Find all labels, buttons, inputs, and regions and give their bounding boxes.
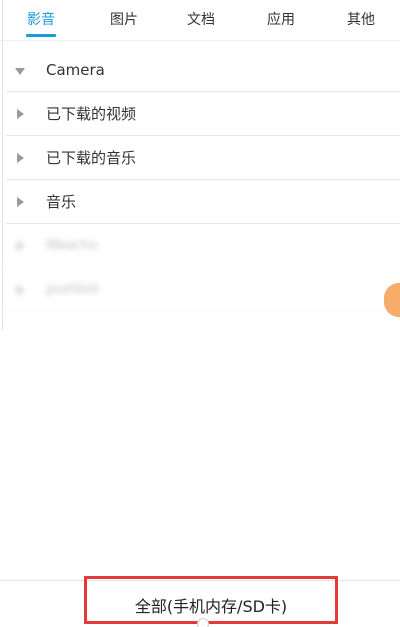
caret-right-icon xyxy=(17,153,24,163)
folder-row-blurred-1[interactable]: Weacho xyxy=(0,224,400,268)
highlight-annotation-box xyxy=(84,576,338,624)
tab-documents[interactable]: 文档 xyxy=(187,10,215,30)
caret-right-icon xyxy=(17,197,24,207)
tab-images[interactable]: 图片 xyxy=(110,10,138,30)
folder-row-music[interactable]: 音乐 xyxy=(0,180,400,224)
file-manager-screen: 影音 图片 文档 应用 其他 Camera 已下载的视频 已下载的音乐 音乐 W… xyxy=(0,0,400,627)
category-tabs: 影音 图片 文档 应用 其他 xyxy=(0,0,400,41)
folder-label: 已下载的视频 xyxy=(46,105,137,123)
folder-row-downloaded-videos[interactable]: 已下载的视频 xyxy=(0,92,400,136)
folder-row-blurred-2[interactable]: pushbot xyxy=(0,268,400,312)
folder-label: Weacho xyxy=(46,238,98,253)
row-divider xyxy=(6,311,400,312)
folder-row-downloaded-music[interactable]: 已下载的音乐 xyxy=(0,136,400,180)
caret-right-icon xyxy=(17,241,24,251)
folder-label: 已下载的音乐 xyxy=(46,149,137,167)
caret-down-icon xyxy=(15,68,25,75)
folder-label: Camera xyxy=(46,61,105,79)
caret-right-icon xyxy=(17,285,24,295)
home-indicator-icon[interactable] xyxy=(197,618,209,627)
active-tab-indicator xyxy=(26,34,56,37)
tab-apps[interactable]: 应用 xyxy=(267,10,295,30)
tab-media[interactable]: 影音 xyxy=(27,10,55,30)
tab-other[interactable]: 其他 xyxy=(347,10,375,30)
caret-right-icon xyxy=(17,109,24,119)
folder-row-camera[interactable]: Camera xyxy=(0,48,400,92)
folder-label: 音乐 xyxy=(46,193,77,211)
folder-label: pushbot xyxy=(46,282,99,297)
